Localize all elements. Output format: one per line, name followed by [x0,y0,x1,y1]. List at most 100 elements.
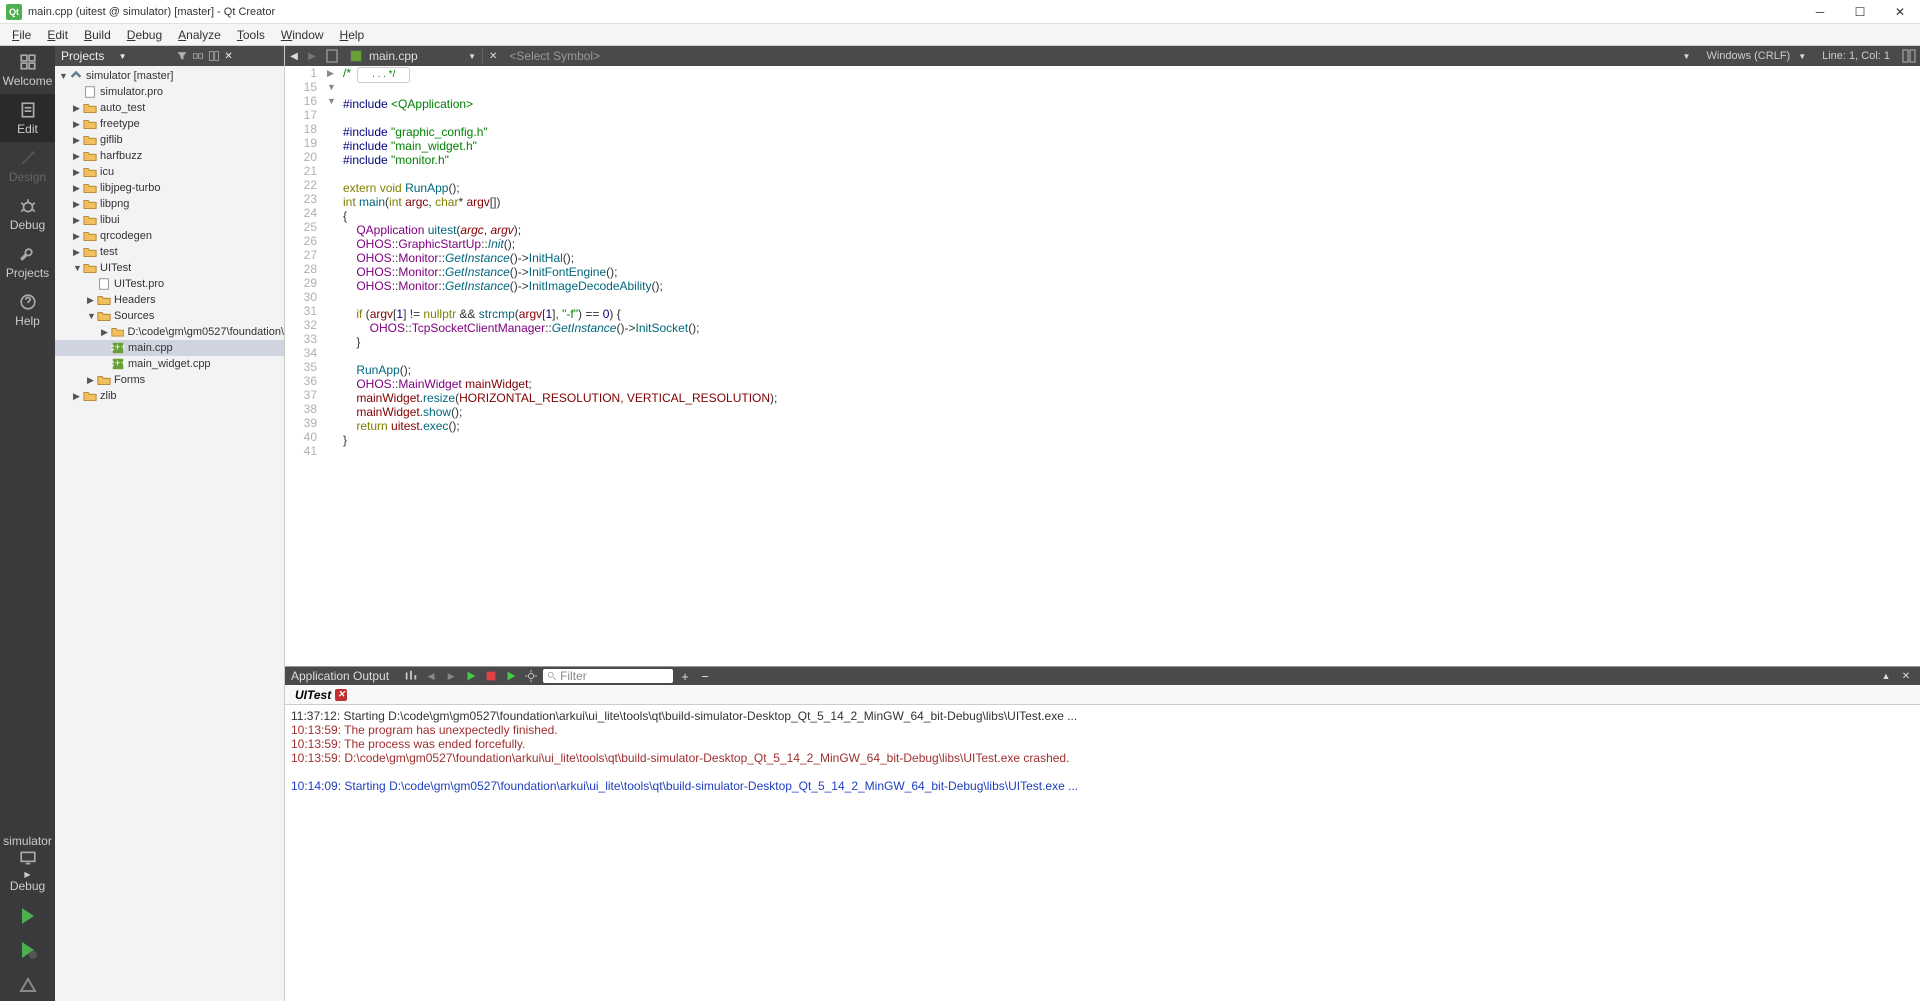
cpp-icon: c++ [111,341,125,355]
tree-item[interactable]: ▶icu [55,164,284,180]
code-editor[interactable]: 1151617181920212223242526272829303132333… [285,66,1920,666]
symbol-selector[interactable]: <Select Symbol> [503,49,1682,63]
menu-file[interactable]: File [4,26,39,44]
tree-item[interactable]: ▼Sources [55,308,284,324]
tree-item[interactable]: ▶libui [55,212,284,228]
target-selector[interactable]: simulator▶Debug [0,828,55,899]
tree-item[interactable]: ▶auto_test [55,100,284,116]
menu-edit[interactable]: Edit [39,26,76,44]
menu-debug[interactable]: Debug [119,26,170,44]
output-tab-close-icon[interactable]: ✕ [335,689,347,701]
tree-item[interactable]: c++main_widget.cpp [55,356,284,372]
output-filter-input[interactable]: Filter [543,669,673,683]
expand-icon[interactable]: ▶ [73,167,83,178]
output-gear-icon[interactable] [523,669,539,683]
search-icon [547,671,557,681]
minimize-button[interactable]: ─ [1800,0,1840,23]
expand-icon[interactable]: ▶ [73,103,83,114]
expand-icon[interactable]: ▶ [73,119,83,130]
split-icon[interactable] [208,50,220,62]
expand-icon[interactable]: ▶ [73,247,83,258]
expand-icon[interactable]: ▶ [87,295,97,306]
tree-item[interactable]: ▶qrcodegen [55,228,284,244]
expand-icon[interactable]: ▶ [73,151,83,162]
tree-item[interactable]: ▼simulator [master] [55,68,284,84]
maximize-button[interactable]: ☐ [1840,0,1880,23]
output-rerun-icon[interactable] [503,669,519,683]
output-settings-icon[interactable] [403,669,419,683]
output-body[interactable]: 11:37:12: Starting D:\code\gm\gm0527\fou… [285,705,1920,1001]
output-close-icon[interactable]: ✕ [1898,669,1914,683]
mode-debug[interactable]: Debug [0,190,55,238]
tree-item[interactable]: ▶ test [55,244,284,260]
tree-item[interactable]: c++main.cpp [55,340,284,356]
tree-label: simulator.pro [100,86,163,98]
tree-label: UITest [100,262,131,274]
tree-label: UITest.pro [114,278,164,290]
menu-help[interactable]: Help [332,26,373,44]
tree-item[interactable]: ▶zlib [55,388,284,404]
expand-icon[interactable]: ▶ [73,215,83,226]
tree-item[interactable]: simulator.pro [55,84,284,100]
output-add-icon[interactable]: + [677,669,693,683]
mode-welcome[interactable]: Welcome [0,46,55,94]
pane-close-icon[interactable]: ✕ [224,51,278,62]
expand-icon[interactable]: ▼ [73,263,83,273]
project-tree[interactable]: ▼simulator [master] simulator.pro ▶auto_te… [55,66,284,1001]
menu-analyze[interactable]: Analyze [170,26,229,44]
output-stop-icon[interactable] [483,669,499,683]
rundebug-button[interactable] [0,933,55,967]
tree-item[interactable]: ▼ UITest [55,260,284,276]
tree-item[interactable]: ▶freetype [55,116,284,132]
tree-label: test [100,246,118,258]
encoding-label[interactable]: Windows (CRLF) [1698,50,1798,62]
tree-item[interactable]: ▶harfbuzz [55,148,284,164]
menu-window[interactable]: Window [273,26,332,44]
output-prev-icon[interactable]: ◀ [423,669,439,683]
folder-icon [83,245,97,259]
output-run-icon[interactable] [463,669,479,683]
tree-item[interactable]: ▶ libpng [55,196,284,212]
link-icon[interactable] [192,50,204,62]
mode-help[interactable]: Help [0,286,55,334]
close-file-icon[interactable]: ✕ [483,51,503,62]
expand-icon[interactable]: ▶ [87,375,97,386]
expand-icon[interactable]: ▼ [87,311,97,321]
menu-tools[interactable]: Tools [229,26,273,44]
expand-icon[interactable]: ▶ [73,231,83,242]
tree-item[interactable]: ▶D:\code\gm\gm0527\foundation\ [55,324,284,340]
expand-icon[interactable]: ▶ [73,135,83,146]
tree-label: libpng [100,198,129,210]
bookmark-icon[interactable] [324,48,340,64]
expand-icon[interactable]: ▶ [73,199,83,210]
file-selector[interactable]: main.cpp ▼ [343,49,483,63]
tree-item[interactable]: UITest.pro [55,276,284,292]
expand-icon[interactable]: ▶ [73,391,83,402]
dropdown-icon[interactable]: ▼ [119,52,173,61]
expand-icon[interactable]: ▶ [101,327,111,338]
menu-build[interactable]: Build [76,26,119,44]
output-collapse-icon[interactable]: ▲ [1878,669,1894,683]
tree-item[interactable]: ▶Forms [55,372,284,388]
tree-item[interactable]: ▶libjpeg-turbo [55,180,284,196]
tree-item[interactable]: ▶Headers [55,292,284,308]
expand-icon[interactable]: ▼ [59,71,69,81]
nav-forward-icon[interactable]: ▶ [303,51,321,62]
output-next-icon[interactable]: ▶ [443,669,459,683]
split-editor-icon[interactable] [1901,48,1917,64]
fold-column[interactable]: ▶▼▼ [327,66,339,666]
output-remove-icon[interactable]: − [697,669,713,683]
folder-icon [111,325,125,339]
close-button[interactable]: ✕ [1880,0,1920,23]
code-content[interactable]: /*. . . */ #include <QApplication> #incl… [339,66,1920,666]
nav-back-icon[interactable]: ◀ [285,51,303,62]
mode-projects[interactable]: Projects [0,238,55,286]
tree-item[interactable]: ▶giflib [55,132,284,148]
expand-icon[interactable]: ▶ [73,183,83,194]
run-button[interactable] [0,899,55,933]
mode-edit[interactable]: Edit [0,94,55,142]
filter-icon[interactable] [176,50,188,62]
output-tab[interactable]: UITest ✕ [289,688,353,702]
build-button[interactable] [0,967,55,1001]
cpp-file-icon [349,49,363,63]
